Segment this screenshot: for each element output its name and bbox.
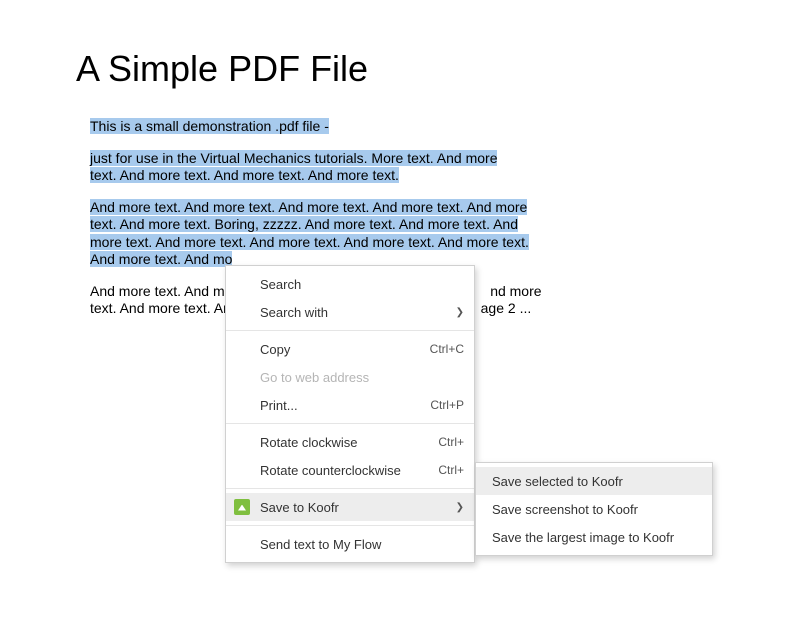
paragraph-2[interactable]: just for use in the Virtual Mechanics tu… [76,150,656,185]
menu-label: Rotate clockwise [260,435,428,450]
body-text: age 2 ... [481,300,532,316]
menu-label: Rotate counterclockwise [260,463,428,478]
menu-shortcut: Ctrl+C [430,342,464,356]
page-title: A Simple PDF File [76,48,729,90]
selected-text: And more text. And more text. And more t… [90,199,527,215]
menu-shortcut: Ctrl+ [438,463,464,477]
paragraph-1[interactable]: This is a small demonstration .pdf file … [76,118,656,136]
paragraph-3[interactable]: And more text. And more text. And more t… [76,199,656,269]
menu-item-send-flow[interactable]: Send text to My Flow [226,530,474,558]
context-menu: Search Search with ❯ Copy Ctrl+C Go to w… [225,265,475,563]
menu-separator [226,525,474,526]
selected-text: This is a small demonstration .pdf file … [90,118,329,134]
menu-label: Save to Koofr [260,500,464,515]
body-text: nd more [490,283,541,299]
selected-text: text. And more text. And more text. And … [90,167,399,183]
submenu-item-save-selected[interactable]: Save selected to Koofr [476,467,712,495]
menu-shortcut: Ctrl+ [438,435,464,449]
menu-shortcut: Ctrl+P [430,398,464,412]
koofr-icon [234,499,250,515]
chevron-right-icon: ❯ [456,502,464,513]
submenu-item-save-largest[interactable]: Save the largest image to Koofr [476,523,712,551]
selected-text: just for use in the Virtual Mechanics tu… [90,150,497,166]
menu-label: Search [260,277,464,292]
menu-item-rotate-ccw[interactable]: Rotate counterclockwise Ctrl+ [226,456,474,484]
chevron-right-icon: ❯ [456,307,464,318]
menu-item-go-web: Go to web address [226,363,474,391]
menu-label: Go to web address [260,370,464,385]
menu-label: Print... [260,398,420,413]
menu-item-search[interactable]: Search [226,270,474,298]
context-submenu-koofr: Save selected to Koofr Save screenshot t… [475,462,713,556]
menu-item-save-koofr[interactable]: Save to Koofr ❯ [226,493,474,521]
menu-label: Save selected to Koofr [492,474,702,489]
menu-label: Save screenshot to Koofr [492,502,702,517]
submenu-item-save-screenshot[interactable]: Save screenshot to Koofr [476,495,712,523]
menu-separator [226,330,474,331]
body-text: And more text. And mo [90,283,232,299]
menu-label: Copy [260,342,420,357]
menu-separator [226,423,474,424]
menu-item-copy[interactable]: Copy Ctrl+C [226,335,474,363]
menu-item-rotate-cw[interactable]: Rotate clockwise Ctrl+ [226,428,474,456]
selected-text: And more text. And mo [90,251,232,267]
selected-text: more text. And more text. And more text.… [90,234,529,250]
menu-label: Search with [260,305,464,320]
menu-label: Save the largest image to Koofr [492,530,702,545]
menu-item-print[interactable]: Print... Ctrl+P [226,391,474,419]
selected-text: text. And more text. Boring, zzzzz. And … [90,216,518,232]
menu-label: Send text to My Flow [260,537,464,552]
menu-item-search-with[interactable]: Search with ❯ [226,298,474,326]
body-text: text. And more text. An [90,300,231,316]
menu-separator [226,488,474,489]
